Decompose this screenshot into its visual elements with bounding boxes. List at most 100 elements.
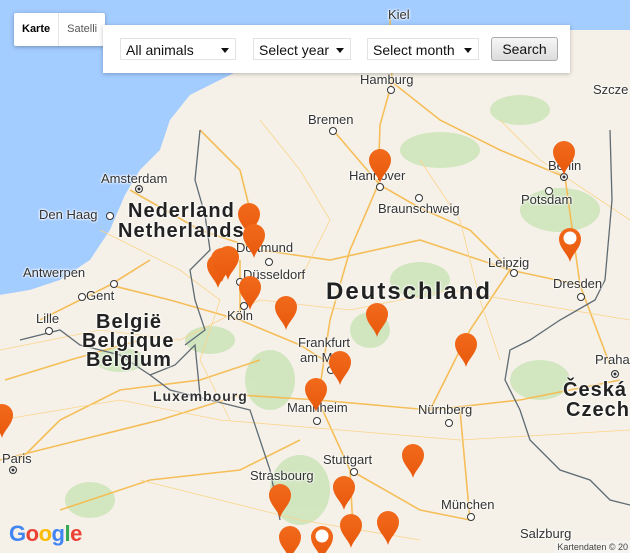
map-pin-icon — [279, 526, 301, 553]
city-label-strasbourg: Strasbourg — [250, 468, 314, 483]
city-dot — [467, 513, 475, 521]
city-dot — [329, 127, 337, 135]
animal-select[interactable]: All animals — [120, 38, 236, 60]
city-label-hamburg: Hamburg — [360, 72, 414, 87]
selected-location-marker[interactable] — [558, 227, 582, 263]
city-label-kiel: Kiel — [388, 7, 410, 22]
map-pin-icon — [340, 514, 362, 548]
map-pin-icon — [366, 303, 388, 337]
location-marker[interactable] — [242, 223, 266, 259]
map-pin-icon — [402, 444, 424, 478]
location-marker[interactable] — [339, 513, 363, 549]
city-dot — [78, 293, 86, 301]
city-label-lille: Lille — [36, 311, 60, 326]
location-marker[interactable] — [0, 403, 14, 439]
map-pin-icon — [239, 276, 261, 310]
map-pin-icon — [455, 333, 477, 367]
search-button[interactable]: Search — [491, 37, 558, 61]
logo-letter: g — [51, 521, 65, 546]
city-label-nuernberg: Nürnberg — [418, 402, 473, 417]
map-pin-icon — [553, 141, 575, 175]
map-pin-icon — [329, 351, 351, 385]
location-marker[interactable] — [328, 350, 352, 386]
chevron-down-icon — [464, 48, 472, 53]
month-select[interactable]: Select month — [367, 38, 479, 60]
location-marker[interactable] — [216, 245, 240, 281]
map-pin-icon — [559, 228, 581, 262]
location-marker[interactable] — [365, 302, 389, 338]
city-dot — [313, 417, 321, 425]
map-pin-icon — [0, 404, 13, 438]
location-marker[interactable] — [401, 443, 425, 479]
country-label-deutschland: Deutschland — [326, 278, 493, 305]
map-canvas[interactable]: Kiel Hamburg Szcze Bremen Hannover Braun… — [0, 0, 630, 553]
city-dot — [577, 293, 585, 301]
city-label-bremen: Bremen — [308, 112, 354, 127]
map-base-layer — [0, 0, 630, 553]
city-label-braunschweig: Braunschweig — [378, 201, 460, 216]
google-logo[interactable]: Google — [9, 521, 82, 547]
map-pin-icon — [377, 511, 399, 545]
logo-letter: o — [25, 521, 39, 546]
city-label-frankfurt: Frankfurt — [298, 335, 351, 350]
map-attribution[interactable]: Kartendaten © 20 — [555, 541, 630, 553]
month-select-value: Select month — [373, 42, 455, 58]
city-label-den-haag: Den Haag — [39, 207, 98, 222]
year-select[interactable]: Select year — [253, 38, 351, 60]
capital-dot — [611, 370, 619, 378]
chevron-down-icon — [336, 48, 344, 53]
city-label-stuttgart: Stuttgart — [323, 452, 373, 467]
filter-panel: All animals Select year Select month Sea… — [103, 25, 570, 73]
location-marker[interactable] — [238, 275, 262, 311]
city-dot — [265, 258, 273, 266]
city-dot — [545, 187, 553, 195]
city-label-muenchen: München — [441, 497, 495, 512]
map-type-karte-button[interactable]: Karte — [14, 13, 60, 46]
city-dot — [45, 327, 53, 335]
location-marker[interactable] — [304, 377, 328, 413]
selected-location-marker[interactable] — [310, 525, 334, 553]
country-label-czech: Czech — [566, 399, 630, 421]
city-label-praha: Praha — [595, 352, 630, 367]
map-pin-icon — [217, 246, 239, 280]
location-marker[interactable] — [278, 525, 302, 553]
city-dot — [106, 212, 114, 220]
map-pin-icon — [311, 526, 333, 553]
city-label-amsterdam: Amsterdam — [101, 171, 168, 186]
logo-letter: G — [9, 521, 26, 546]
map-type-satellite-button[interactable]: Satelli — [59, 13, 105, 46]
country-label-ceska: Česká — [563, 379, 627, 401]
capital-dot — [135, 185, 143, 193]
location-marker[interactable] — [268, 483, 292, 519]
location-marker[interactable] — [552, 140, 576, 176]
city-label-gent: Gent — [86, 288, 115, 303]
map-pin-icon — [333, 476, 355, 510]
city-dot — [445, 419, 453, 427]
country-label-luxembourg: Luxembourg — [153, 388, 248, 404]
year-select-value: Select year — [259, 42, 330, 58]
city-label-szczecin: Szcze — [593, 82, 629, 97]
city-dot — [387, 86, 395, 94]
location-marker[interactable] — [274, 295, 298, 331]
logo-letter: e — [70, 521, 82, 546]
capital-dot — [9, 466, 17, 474]
location-marker[interactable] — [454, 332, 478, 368]
city-dot — [376, 183, 384, 191]
logo-letter: o — [38, 521, 52, 546]
city-label-paris: Paris — [2, 451, 32, 466]
map-pin-icon — [243, 224, 265, 258]
country-label-netherlands: Netherlands — [118, 220, 245, 242]
location-marker[interactable] — [368, 148, 392, 184]
location-marker[interactable] — [332, 475, 356, 511]
city-dot — [415, 194, 423, 202]
location-marker[interactable] — [376, 510, 400, 546]
map-type-control: Karte Satelli — [14, 13, 106, 46]
map-pin-icon — [369, 149, 391, 183]
city-dot — [110, 280, 118, 288]
city-label-dresden: Dresden — [553, 276, 603, 291]
city-dot — [510, 269, 518, 277]
country-label-nederland: Nederland — [128, 200, 235, 222]
animal-select-value: All animals — [126, 42, 194, 58]
map-pin-icon — [275, 296, 297, 330]
map-pin-icon — [305, 378, 327, 412]
